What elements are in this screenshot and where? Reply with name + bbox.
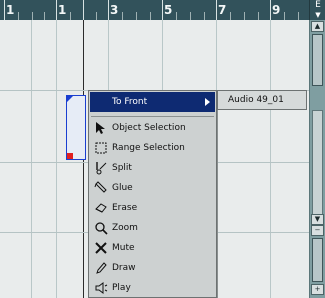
pencil-icon <box>96 262 107 274</box>
menu-item-object-selection[interactable]: Object Selection <box>90 118 215 138</box>
ruler-label: 9 <box>272 3 281 17</box>
scissors-icon <box>96 162 107 175</box>
arrow-pointer-icon <box>96 122 105 134</box>
scroll-down-button[interactable]: ▼ <box>311 214 324 225</box>
vertical-scrollbar[interactable]: ▲ ▼ − + <box>309 20 325 298</box>
menu-item-zoom[interactable]: Zoom <box>90 218 215 238</box>
chevron-down-icon: ▼ <box>315 11 321 19</box>
glue-tube-icon <box>94 181 107 193</box>
scrollbar-thumb[interactable] <box>312 34 323 86</box>
submenu-item-audio[interactable]: Audio 49_01 <box>228 91 284 109</box>
track-scroll-area[interactable] <box>312 110 323 230</box>
ruler-label: 1 <box>6 3 15 17</box>
context-menu: To Front Object Selection Range Selectio… <box>88 90 217 298</box>
menu-item-draw[interactable]: Draw <box>90 258 215 278</box>
menu-item-mute[interactable]: Mute <box>90 238 215 258</box>
ruler-label: 7 <box>218 3 227 17</box>
zoom-slider[interactable] <box>312 238 323 282</box>
ruler-label: 5 <box>164 3 173 17</box>
ruler-label: 1 <box>58 3 67 17</box>
submenu-arrow-icon <box>205 98 210 106</box>
mute-x-icon <box>95 242 107 254</box>
zoom-in-button[interactable]: + <box>311 284 324 295</box>
speaker-icon <box>95 282 108 294</box>
event-fade-handle[interactable] <box>67 96 73 102</box>
audio-event[interactable] <box>66 95 86 160</box>
eraser-icon <box>95 203 107 213</box>
ruler-options-button[interactable]: E ▼ <box>309 0 325 20</box>
menu-item-erase[interactable]: Erase <box>90 198 215 218</box>
event-volume-handle[interactable] <box>67 153 73 159</box>
menu-item-glue[interactable]: Glue <box>90 178 215 198</box>
menu-item-range-selection[interactable]: Range Selection <box>90 138 215 158</box>
menu-item-to-front[interactable]: To Front <box>90 92 215 112</box>
range-select-icon <box>95 142 107 154</box>
ruler-corner-label: E <box>315 0 321 10</box>
menu-item-split[interactable]: Split <box>90 158 215 178</box>
menu-item-play[interactable]: Play <box>90 278 215 298</box>
ruler-label: 3 <box>110 3 119 17</box>
scroll-up-button[interactable]: ▲ <box>311 21 324 32</box>
to-front-submenu: Audio 49_01 <box>217 90 307 110</box>
magnifier-icon <box>95 222 108 235</box>
timeline-ruler[interactable]: 1 1 3 5 7 9 <box>0 0 309 20</box>
zoom-out-button[interactable]: − <box>311 225 324 236</box>
